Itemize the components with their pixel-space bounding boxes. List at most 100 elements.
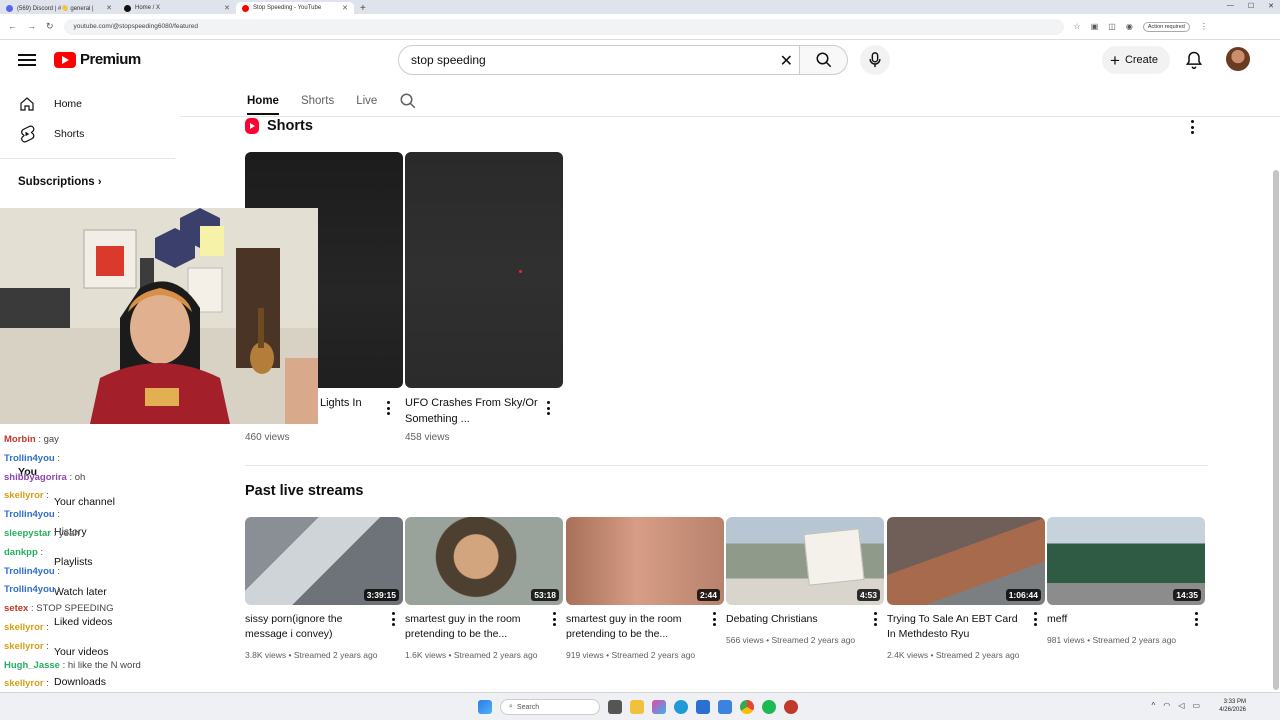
forward-icon[interactable]: → [27,21,36,32]
chat-username: dankpp [4,546,38,558]
menu-icon[interactable] [18,51,36,69]
create-button[interactable]: + Create [1102,46,1170,74]
notifications-bell-icon[interactable] [1184,50,1204,70]
shorts-logo-icon [245,118,259,134]
url-field[interactable]: youtube.com/@stopspeeding6080/featured [63,18,1064,35]
subscriptions-link[interactable]: Subscriptions › [18,176,102,188]
browser-tab-youtube[interactable]: Stop Speeding - YouTube ✕ [236,2,354,14]
search-input[interactable] [411,53,751,67]
clear-search-icon[interactable]: ✕ [780,51,793,71]
sidebar-item-shorts[interactable]: Shorts [0,119,175,149]
video-age: Streamed 2 years ago [935,650,1020,660]
profile-icon[interactable]: ◉ [1126,22,1133,31]
video-thumbnail[interactable]: 2:44 [566,517,724,605]
chat-username: Trollin4you [4,452,55,464]
wifi-icon[interactable]: ◠ [1163,701,1170,710]
extensions-puzzle-icon[interactable]: ◫ [1108,22,1116,31]
taskbar-clock[interactable]: 3:33 PM 4/26/2026 [1219,698,1246,714]
chat-message: setex : STOP SPEEDING [4,603,114,614]
chat-username: Morbin [4,434,36,445]
short-more-icon[interactable] [546,401,550,415]
chat-text: : [46,678,49,690]
video-thumbnail[interactable]: 14:35 [1047,517,1205,605]
close-window-icon[interactable]: ✕ [1268,2,1274,10]
video-thumbnail[interactable]: 53:18 [405,517,563,605]
voice-search-button[interactable] [860,45,890,75]
copilot-icon[interactable] [652,700,666,714]
mail-icon[interactable] [718,700,732,714]
chat-text: : [40,546,44,558]
video-title[interactable]: smartest guy in the room pretending to b… [566,612,706,642]
chat-message: Trollin4you : [4,453,60,464]
new-tab-button[interactable]: + [360,3,366,14]
chat-username: shibbyagorira [4,471,67,483]
sidebar-item-label: Home [54,98,83,110]
store-icon[interactable] [696,700,710,714]
channel-search-icon[interactable] [399,92,417,110]
minimize-icon[interactable]: — [1227,2,1234,10]
video-more-icon[interactable] [712,612,716,626]
sidebar-item-label: Shorts [54,128,85,140]
file-explorer-icon[interactable] [630,700,644,714]
video-title[interactable]: smartest guy in the room pretending to b… [405,612,545,642]
battery-icon[interactable]: ▭ [1192,701,1200,710]
shorts-icon [18,125,36,143]
tab-home[interactable]: Home [247,95,279,115]
sidebar-item-home[interactable]: Home [0,89,175,119]
close-tab-icon[interactable]: ✕ [106,4,112,12]
short-title[interactable]: UFO Crashes From Sky/Or Something ... [405,395,540,427]
spotify-icon[interactable] [762,700,776,714]
windows-taskbar: ⌕ Search ^ ◠ ◁ ▭ 3:33 PM 4/26/2026 [0,692,1280,720]
chrome-icon[interactable] [740,700,754,714]
account-avatar[interactable] [1226,47,1250,71]
windows-start-icon[interactable] [478,700,492,714]
reload-icon[interactable]: ↻ [46,21,54,32]
more-menu-icon[interactable]: ⋮ [1200,22,1208,31]
search-button[interactable] [800,45,848,75]
close-tab-icon[interactable]: ✕ [342,4,348,12]
maximize-icon[interactable]: ☐ [1248,2,1254,10]
video-more-icon[interactable] [1194,612,1198,626]
volume-icon[interactable]: ◁ [1178,701,1184,710]
chat-message: skellyror : [4,641,49,652]
chat-text: : yeah [53,528,80,539]
video-title[interactable]: Trying To Sale An EBT Card In Methdesto … [887,612,1027,642]
browser-tab-x[interactable]: Home / X ✕ [118,2,236,14]
video-more-icon[interactable] [391,612,395,626]
youtube-logo[interactable]: Premium [54,51,141,68]
back-icon[interactable]: ← [8,21,17,32]
tab-live[interactable]: Live [356,95,377,107]
video-title[interactable]: Debating Christians [726,612,866,627]
chat-text: : hi like the N word [62,659,141,671]
shorts-more-icon[interactable] [1190,120,1194,134]
video-duration: 14:35 [1173,589,1201,601]
video-thumbnail[interactable]: 1:06:44 [887,517,1045,605]
short-more-icon[interactable] [386,401,390,415]
video-views: 2.4K views [887,650,929,660]
page-scrollbar[interactable] [1273,170,1279,690]
video-thumbnail[interactable]: 3:39:15 [245,517,403,605]
video-thumbnail[interactable]: 4:53 [726,517,884,605]
app-icon[interactable] [784,700,798,714]
clock-date: 4/26/2026 [1219,707,1246,713]
taskbar-search[interactable]: ⌕ Search [500,699,600,715]
video-title[interactable]: sissy porn(ignore the message i convey) [245,612,385,642]
short-views: 460 views [245,432,290,443]
tab-shorts[interactable]: Shorts [301,95,334,107]
video-more-icon[interactable] [552,612,556,626]
youtube-favicon-icon [242,4,249,12]
task-view-icon[interactable] [608,700,622,714]
edge-icon[interactable] [674,700,688,714]
video-meta: 1.6K views • Streamed 2 years ago [405,650,538,660]
browser-tab-discord[interactable]: (569) Discord | #👋 general | ✕ [0,2,118,14]
close-tab-icon[interactable]: ✕ [224,4,230,12]
tray-chevron-icon[interactable]: ^ [1152,701,1156,710]
action-required-button[interactable]: Action required [1142,21,1190,32]
video-more-icon[interactable] [873,612,877,626]
extension-icon[interactable]: ▣ [1091,22,1099,31]
bookmark-star-icon[interactable]: ☆ [1074,22,1081,31]
short-thumbnail[interactable] [405,152,563,388]
video-more-icon[interactable] [1033,612,1037,626]
chevron-right-icon: › [97,176,102,188]
video-title[interactable]: meff [1047,612,1187,627]
